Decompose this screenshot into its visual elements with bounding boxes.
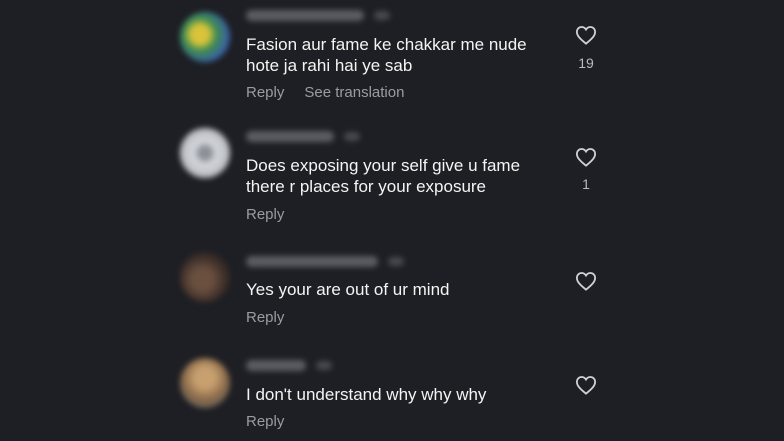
reply-button[interactable]: Reply bbox=[246, 84, 284, 101]
timestamp bbox=[316, 361, 332, 370]
username[interactable] bbox=[246, 256, 404, 267]
reply-button[interactable]: Reply bbox=[246, 309, 284, 326]
avatar[interactable] bbox=[180, 128, 230, 178]
username[interactable] bbox=[246, 131, 360, 142]
like-button[interactable] bbox=[574, 375, 598, 395]
comment-actions: Reply See translation bbox=[246, 84, 424, 101]
comment-actions: Reply bbox=[246, 309, 304, 326]
timestamp bbox=[344, 132, 360, 141]
like-button[interactable] bbox=[574, 25, 598, 45]
heart-outline-icon bbox=[575, 148, 597, 167]
avatar[interactable] bbox=[180, 12, 230, 62]
heart-outline-icon bbox=[575, 272, 597, 291]
like-button[interactable] bbox=[574, 147, 598, 167]
like-count: 1 bbox=[582, 176, 590, 192]
avatar[interactable] bbox=[180, 252, 230, 302]
like-count: 19 bbox=[578, 55, 594, 71]
comment-actions: Reply bbox=[246, 413, 304, 430]
heart-outline-icon bbox=[575, 376, 597, 395]
reply-button[interactable]: Reply bbox=[246, 206, 284, 223]
comment-text: Fasion aur fame ke chakkar me nude hote … bbox=[246, 35, 527, 75]
timestamp bbox=[374, 11, 390, 20]
username[interactable] bbox=[246, 10, 390, 21]
username[interactable] bbox=[246, 360, 332, 371]
comment-text: Does exposing your self give u fame ther… bbox=[246, 156, 521, 196]
comment-actions: Reply bbox=[246, 206, 304, 223]
timestamp bbox=[388, 257, 404, 266]
see-translation-button[interactable]: See translation bbox=[304, 84, 404, 101]
comment-text: I don't understand why why why bbox=[246, 385, 487, 404]
reply-button[interactable]: Reply bbox=[246, 413, 284, 430]
comment-text: Yes your are out of ur mind bbox=[246, 280, 450, 299]
like-button[interactable] bbox=[574, 271, 598, 291]
avatar[interactable] bbox=[180, 358, 230, 408]
heart-outline-icon bbox=[575, 26, 597, 45]
